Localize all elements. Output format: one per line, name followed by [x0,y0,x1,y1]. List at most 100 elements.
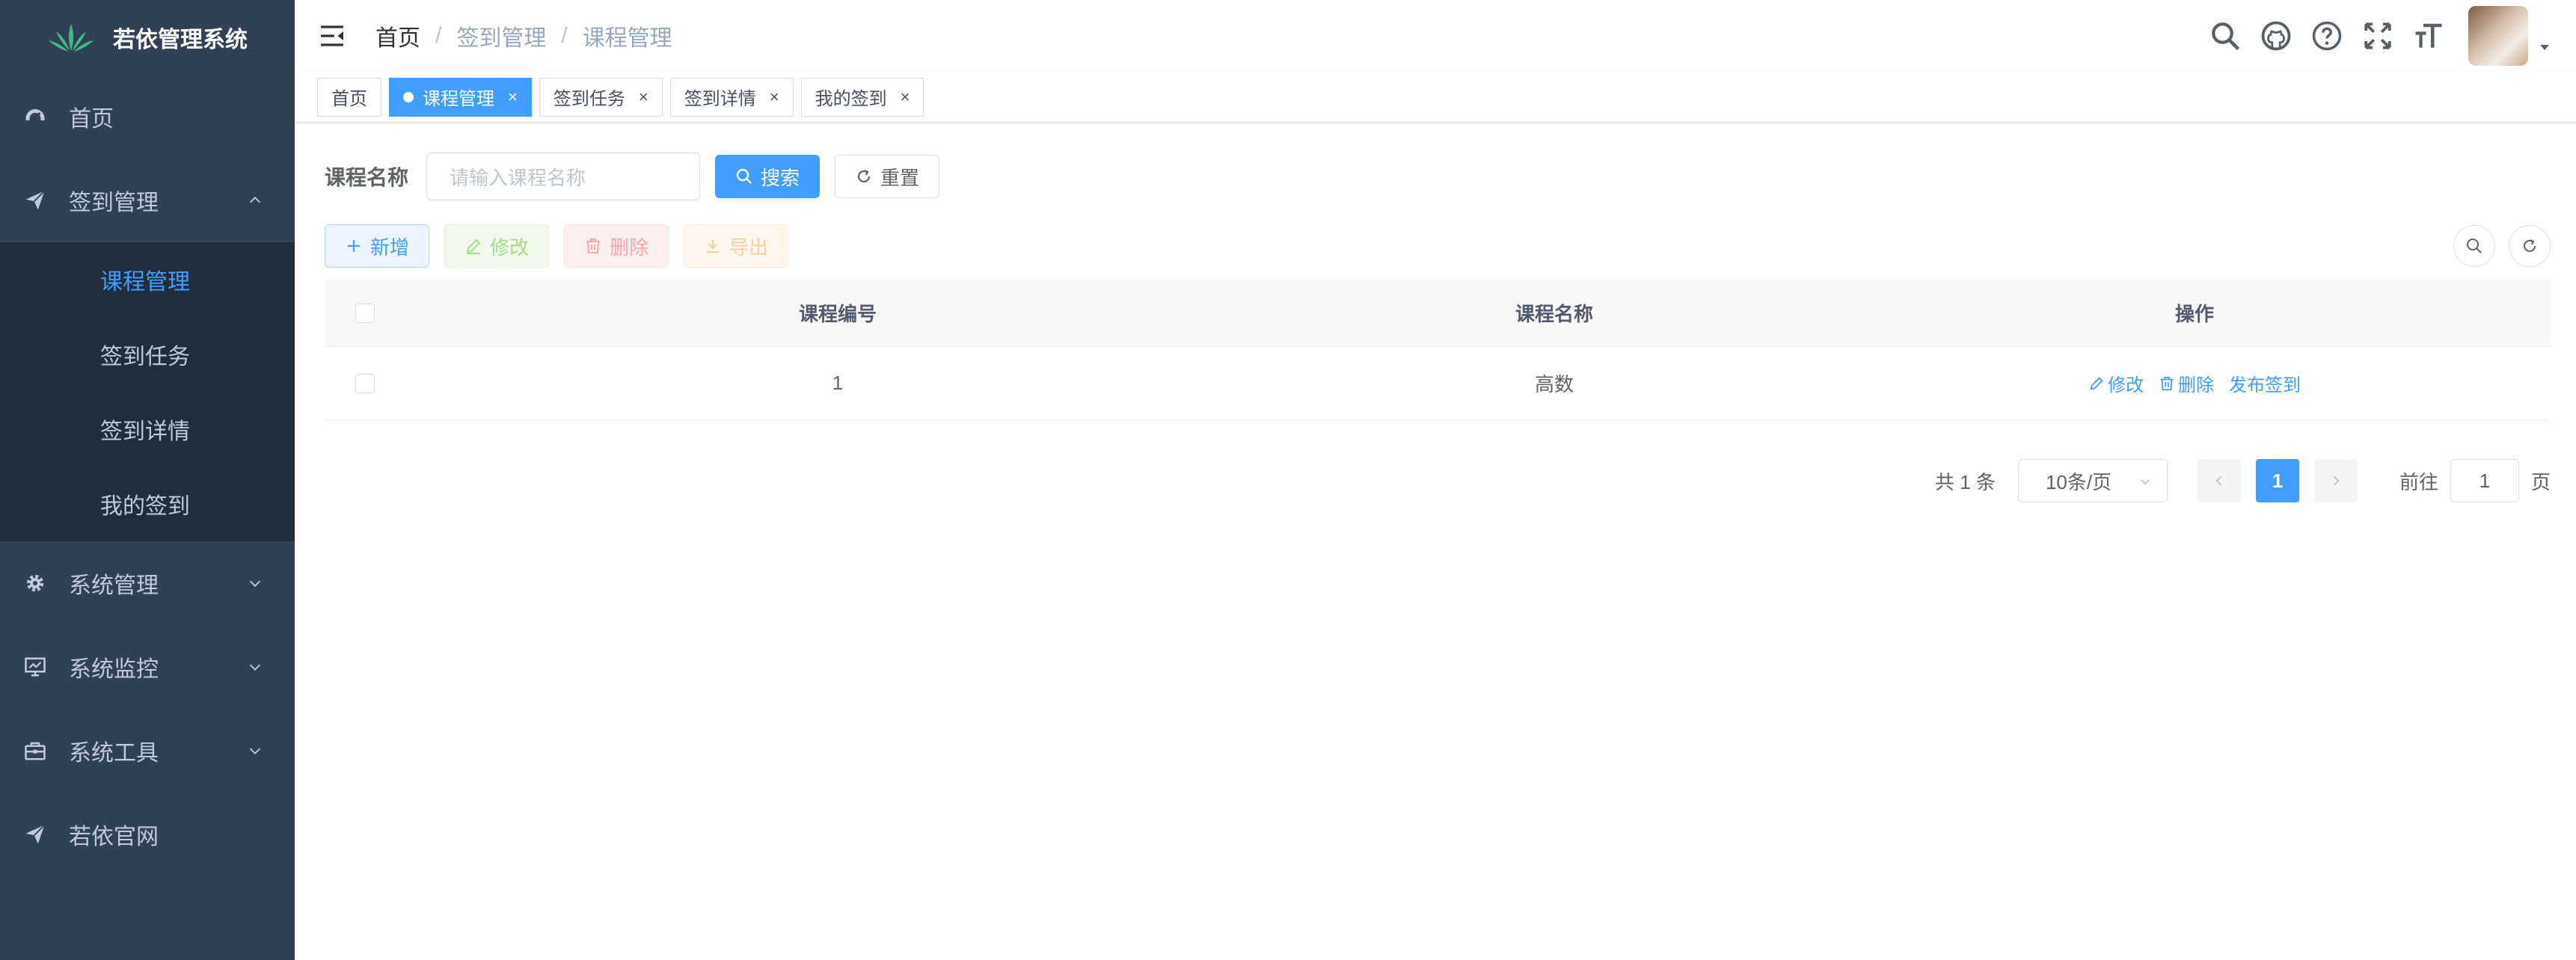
breadcrumb-item: 签到管理 [456,26,547,51]
right-menu [2190,0,2576,72]
sidebar-item-official-site[interactable]: 若依官网 [0,793,295,876]
edit-icon [466,239,481,254]
edit-button-label: 修改 [490,236,530,259]
goto-page-input[interactable]: 1 [2450,459,2519,502]
sidebar-item-system[interactable]: 系统管理 [0,541,295,625]
sidebar-item-tools[interactable]: 系统工具 [0,709,295,793]
row-checkbox[interactable] [355,373,375,393]
sidebar-item-label: 系统工具 [69,741,159,766]
header-actions: 操作 [2174,303,2214,325]
sidebar-item-my-signin[interactable]: 我的签到 [0,467,295,541]
trash-icon [2160,376,2174,390]
row-checkbox-cell [325,373,405,393]
hamburger-icon[interactable] [319,22,346,49]
trash-icon [586,239,601,253]
toggle-search-button[interactable] [2453,225,2495,267]
chevron-left-icon [2215,476,2222,486]
tag-signin-task[interactable]: 签到任务 × [539,77,663,117]
refresh-button[interactable] [2509,225,2551,267]
logo-row[interactable]: 若依管理系统 [0,0,295,75]
breadcrumb-item[interactable]: 首页 [375,19,420,52]
sidebar-item-label: 若依官网 [69,825,159,849]
select-all-checkbox[interactable] [355,303,375,323]
edit-icon [2090,376,2103,390]
tag-label: 首页 [331,89,367,109]
sidebar-item-home[interactable]: 首页 [0,75,295,159]
delete-button[interactable]: 删除 [564,224,669,268]
course-name-cell: 高数 [1534,373,1574,396]
search-icon[interactable] [2209,20,2241,52]
prev-page-button[interactable] [2197,459,2241,502]
export-button-label: 导出 [729,236,769,259]
row-edit-link[interactable]: 修改 [2088,370,2144,396]
export-button[interactable]: 导出 [684,224,789,268]
signin-submenu: 课程管理 签到任务 签到详情 我的签到 [0,242,295,541]
close-icon[interactable]: × [508,87,518,107]
fullscreen-icon[interactable] [2362,20,2393,52]
monitor-icon [25,657,46,677]
row-publish-label: 发布签到 [2229,375,2301,396]
plus-icon [348,240,360,252]
toolbar: 新增 修改 删除 导出 [325,224,2551,268]
dashboard-icon [25,109,45,121]
page-size-select[interactable]: 10条/页 [2017,459,2168,502]
font-size-icon[interactable] [2413,20,2444,52]
table-header: 课程编号 课程名称 操作 [325,280,2551,347]
caret-down-icon[interactable] [2539,41,2551,53]
page-number-current[interactable]: 1 [2255,459,2299,502]
goto-label: 前往 [2399,470,2438,493]
search-button-label: 搜索 [761,166,800,189]
chevron-right-icon [2333,476,2340,486]
close-icon[interactable]: × [639,87,648,107]
course-name-input[interactable]: 请输入课程名称 [426,153,701,200]
tag-label: 签到任务 [553,89,625,109]
search-button[interactable]: 搜索 [715,155,821,198]
header-course-name: 课程名称 [1515,303,1593,325]
toolbox-icon [25,742,46,760]
send-icon [25,824,46,844]
edit-button[interactable]: 修改 [444,224,550,268]
sidebar-item-course[interactable]: 课程管理 [0,242,295,317]
add-button[interactable]: 新增 [325,224,430,268]
search-icon [2467,239,2482,253]
course-id-cell: 1 [832,372,844,394]
tag-my-signin[interactable]: 我的签到 × [800,77,924,117]
reset-button[interactable]: 重置 [835,155,940,198]
tag-course[interactable]: 课程管理 × [389,77,532,117]
pagination: 共 1 条 10条/页 1 前往 1 页 [1935,459,2551,502]
sidebar-item-signin-detail[interactable]: 签到详情 [0,392,295,467]
breadcrumb: 首页 / 签到管理 / 课程管理 [375,19,672,52]
sidebar-item-signin-task[interactable]: 签到任务 [0,317,295,392]
row-delete-link[interactable]: 删除 [2159,370,2214,396]
tag-signin-detail[interactable]: 签到详情 × [669,77,794,117]
close-icon[interactable]: × [770,87,779,107]
sidebar-item-signin[interactable]: 签到管理 [0,159,295,242]
chevron-down-icon [2141,479,2150,485]
help-icon[interactable] [2311,20,2343,52]
chevron-down-icon [249,748,261,754]
app-title: 若依管理系统 [113,28,248,52]
delete-button-label: 删除 [610,236,649,259]
tag-home[interactable]: 首页 [317,77,381,117]
sidebar-item-label: 签到管理 [69,191,159,215]
sidebar-item-label: 系统管理 [69,573,159,598]
reset-button-label: 重置 [880,166,920,189]
page-suffix-label: 页 [2530,470,2551,493]
avatar[interactable] [2468,6,2528,66]
sidebar-item-label: 系统监控 [69,657,159,682]
header-checkbox-cell [325,303,405,323]
chevron-down-icon [249,580,261,587]
close-icon[interactable]: × [901,87,910,107]
active-dot-icon [403,91,414,102]
breadcrumb-item: 课程管理 [582,26,672,51]
course-name-label: 课程名称 [325,166,409,189]
github-icon[interactable] [2260,20,2292,52]
page-size-value: 10条/页 [2045,470,2112,493]
sidebar-item-monitor[interactable]: 系统监控 [0,625,295,709]
search-form: 课程名称 请输入课程名称 搜索 重置 [325,153,2551,200]
breadcrumb-separator: / [435,23,442,48]
add-button-label: 新增 [370,236,410,259]
next-page-button[interactable] [2313,459,2358,502]
row-publish-signin-link[interactable]: 发布签到 [2229,370,2301,396]
course-table: 课程编号 课程名称 操作 1 高数 修改 删除 发布签到 [325,280,2551,420]
